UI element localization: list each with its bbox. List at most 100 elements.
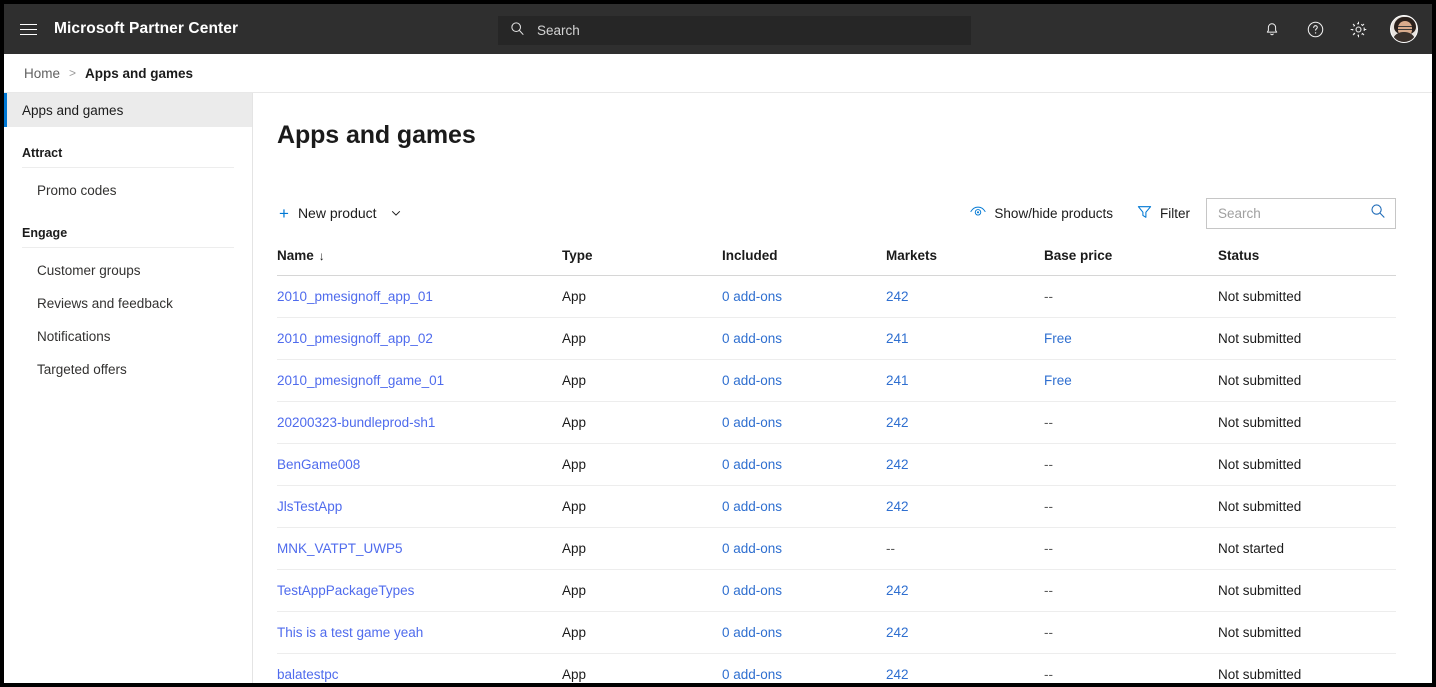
cell-markets[interactable]: 241 [886, 359, 1044, 402]
cell-included-value[interactable]: 0 add-ons [722, 415, 782, 430]
cell-product-name[interactable]: TestAppPackageTypes [277, 569, 562, 612]
cell-product-name-value[interactable]: 2010_pmesignoff_app_01 [277, 289, 433, 304]
column-header-type[interactable]: Type [562, 242, 722, 276]
global-search-input[interactable]: Search [498, 16, 971, 45]
cell-base-price-value[interactable]: Free [1044, 331, 1072, 346]
cell-markets[interactable]: 242 [886, 485, 1044, 528]
sidebar-item-apps-and-games[interactable]: Apps and games [4, 93, 252, 127]
cell-included-value[interactable]: 0 add-ons [722, 373, 782, 388]
cell-included-value[interactable]: 0 add-ons [722, 583, 782, 598]
table-row[interactable]: 20200323-bundleprod-sh1 App 0 add-ons 242 --… [277, 401, 1396, 444]
cell-included[interactable]: 0 add-ons [722, 317, 886, 360]
question-circle-icon[interactable] [1304, 18, 1326, 40]
cell-product-name[interactable]: 2010_pmesignoff_game_01 [277, 359, 562, 402]
products-search-placeholder: Search [1218, 205, 1261, 221]
sidebar-item-customer-groups[interactable]: Customer groups [4, 254, 252, 287]
column-header-status[interactable]: Status [1218, 242, 1396, 276]
cell-included[interactable]: 0 add-ons [722, 485, 886, 528]
cell-product-name-value[interactable]: This is a test game yeah [277, 625, 423, 640]
breadcrumb-home[interactable]: Home [24, 66, 60, 81]
cell-included-value[interactable]: 0 add-ons [722, 499, 782, 514]
column-header-name[interactable]: Name ↓ [277, 242, 562, 276]
cell-markets-value[interactable]: 242 [886, 415, 909, 430]
cell-markets-value[interactable]: 242 [886, 289, 909, 304]
cell-product-name-value[interactable]: JlsTestApp [277, 499, 342, 514]
cell-product-name[interactable]: 2010_pmesignoff_app_01 [277, 275, 562, 318]
filter-button[interactable]: Filter [1129, 200, 1198, 227]
show-hide-products-button[interactable]: Show/hide products [962, 200, 1121, 226]
cell-base-price[interactable]: Free [1044, 359, 1218, 402]
cell-included-value[interactable]: 0 add-ons [722, 541, 782, 556]
cell-markets[interactable]: 242 [886, 443, 1044, 486]
cell-markets[interactable]: 242 [886, 569, 1044, 612]
cell-included-value[interactable]: 0 add-ons [722, 625, 782, 640]
table-header-row: Name ↓ Type Included Markets Base price S… [277, 242, 1396, 276]
new-product-button[interactable]: + New product [277, 201, 404, 226]
bell-icon[interactable] [1261, 18, 1283, 40]
cell-included-value[interactable]: 0 add-ons [722, 667, 782, 682]
cell-markets[interactable]: 242 [886, 401, 1044, 444]
cell-included[interactable]: 0 add-ons [722, 569, 886, 612]
cell-included[interactable]: 0 add-ons [722, 443, 886, 486]
table-row[interactable]: 2010_pmesignoff_app_02 App 0 add-ons 241 Fre… [277, 317, 1396, 360]
table-row[interactable]: balatestpc App 0 add-ons 242 -- Not submitted [277, 653, 1396, 683]
table-row[interactable]: This is a test game yeah App 0 add-ons 242 -… [277, 611, 1396, 654]
cell-included-value[interactable]: 0 add-ons [722, 289, 782, 304]
cell-included-value[interactable]: 0 add-ons [722, 331, 782, 346]
products-search-input[interactable]: Search [1206, 197, 1396, 229]
cell-product-name-value[interactable]: MNK_VATPT_UWP5 [277, 541, 403, 556]
column-header-base-price[interactable]: Base price [1044, 242, 1218, 276]
cell-markets-value[interactable]: 242 [886, 499, 909, 514]
table-row[interactable]: BenGame008 App 0 add-ons 242 -- Not submitted [277, 443, 1396, 486]
sidebar-item-promo-codes[interactable]: Promo codes [4, 174, 252, 207]
cell-product-name-value[interactable]: 20200323-bundleprod-sh1 [277, 415, 435, 430]
cell-product-name[interactable]: JlsTestApp [277, 485, 562, 528]
search-icon[interactable] [1370, 203, 1386, 224]
user-avatar[interactable] [1390, 15, 1418, 43]
cell-included[interactable]: 0 add-ons [722, 653, 886, 683]
cell-product-name-value[interactable]: BenGame008 [277, 457, 360, 472]
table-row[interactable]: MNK_VATPT_UWP5 App 0 add-ons -- -- Not starte… [277, 527, 1396, 570]
cell-product-name-value[interactable]: balatestpc [277, 667, 339, 682]
cell-markets[interactable]: 242 [886, 275, 1044, 318]
cell-product-name[interactable]: 2010_pmesignoff_app_02 [277, 317, 562, 360]
cell-markets-value[interactable]: 242 [886, 625, 909, 640]
cell-product-name-value[interactable]: TestAppPackageTypes [277, 583, 414, 598]
hamburger-menu-icon[interactable] [4, 4, 52, 54]
cell-markets[interactable]: 242 [886, 653, 1044, 683]
table-row[interactable]: JlsTestApp App 0 add-ons 242 -- Not submitted [277, 485, 1396, 528]
table-row[interactable]: 2010_pmesignoff_app_01 App 0 add-ons 242 -- N… [277, 275, 1396, 318]
gear-icon[interactable] [1347, 18, 1369, 40]
cell-markets-value[interactable]: 242 [886, 583, 909, 598]
cell-product-name-value[interactable]: 2010_pmesignoff_app_02 [277, 331, 433, 346]
cell-markets[interactable]: 241 [886, 317, 1044, 360]
table-row[interactable]: TestAppPackageTypes App 0 add-ons 242 -- Not … [277, 569, 1396, 612]
sidebar-item-targeted-offers[interactable]: Targeted offers [4, 353, 252, 386]
cell-product-name[interactable]: BenGame008 [277, 443, 562, 486]
cell-included[interactable]: 0 add-ons [722, 611, 886, 654]
cell-markets[interactable]: 242 [886, 611, 1044, 654]
sidebar-item-label: Reviews and feedback [37, 296, 173, 311]
cell-markets-value[interactable]: 242 [886, 457, 909, 472]
cell-base-price-value[interactable]: Free [1044, 373, 1072, 388]
cell-markets-value[interactable]: 242 [886, 667, 909, 682]
cell-markets-value[interactable]: 241 [886, 331, 909, 346]
column-header-markets[interactable]: Markets [886, 242, 1044, 276]
sidebar-item-reviews-and-feedback[interactable]: Reviews and feedback [4, 287, 252, 320]
cell-product-name[interactable]: 20200323-bundleprod-sh1 [277, 401, 562, 444]
column-header-included[interactable]: Included [722, 242, 886, 276]
cell-product-name[interactable]: This is a test game yeah [277, 611, 562, 654]
cell-included[interactable]: 0 add-ons [722, 275, 886, 318]
cell-product-name[interactable]: balatestpc [277, 653, 562, 683]
cell-included[interactable]: 0 add-ons [722, 527, 886, 570]
cell-type: App [562, 569, 722, 612]
table-row[interactable]: 2010_pmesignoff_game_01 App 0 add-ons 241 Fr… [277, 359, 1396, 402]
cell-included[interactable]: 0 add-ons [722, 359, 886, 402]
cell-markets-value[interactable]: 241 [886, 373, 909, 388]
sidebar-item-notifications[interactable]: Notifications [4, 320, 252, 353]
cell-product-name-value[interactable]: 2010_pmesignoff_game_01 [277, 373, 444, 388]
cell-base-price[interactable]: Free [1044, 317, 1218, 360]
cell-included-value[interactable]: 0 add-ons [722, 457, 782, 472]
cell-product-name[interactable]: MNK_VATPT_UWP5 [277, 527, 562, 570]
cell-included[interactable]: 0 add-ons [722, 401, 886, 444]
